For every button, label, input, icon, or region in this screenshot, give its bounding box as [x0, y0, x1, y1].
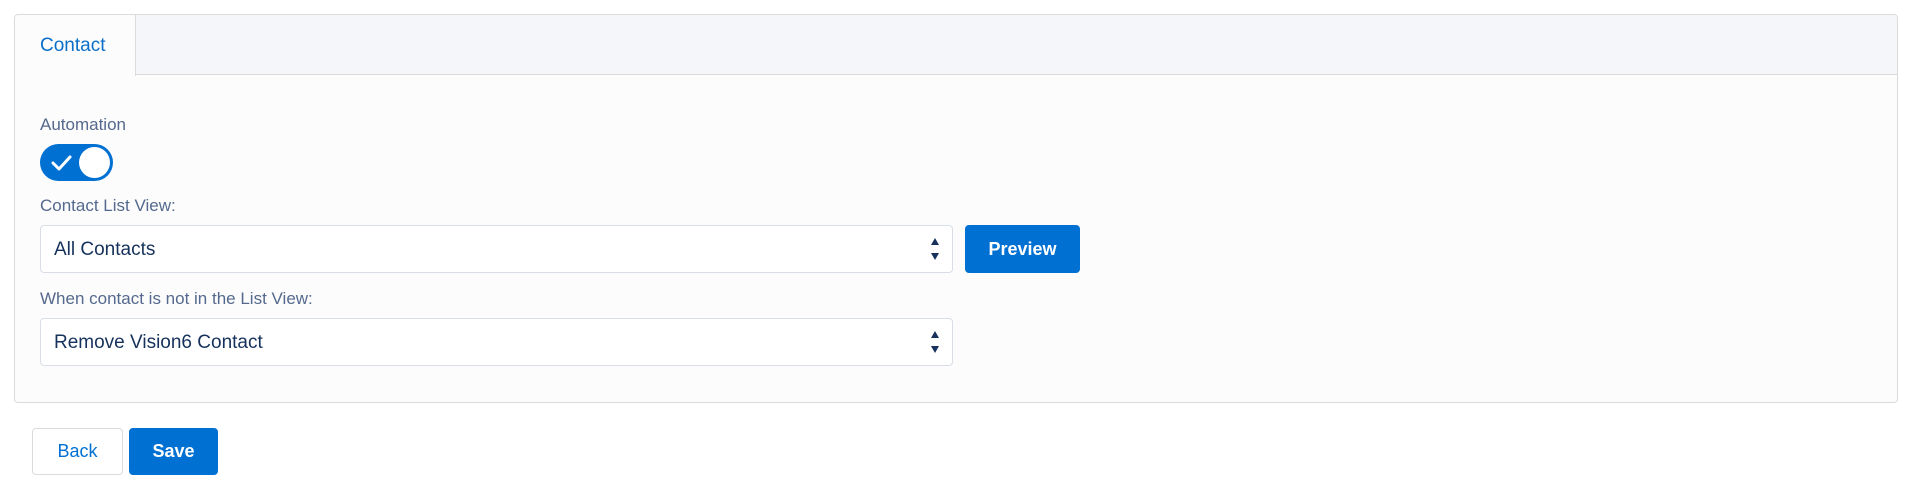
- preview-button[interactable]: Preview: [965, 225, 1080, 273]
- sort-arrows-icon: [931, 238, 939, 260]
- toggle-knob: [79, 147, 110, 178]
- not-in-list-view-select[interactable]: Remove Vision6 Contact: [40, 318, 953, 366]
- tab-contact-label: Contact: [40, 35, 106, 56]
- contact-list-view-value: All Contacts: [54, 239, 156, 260]
- not-in-list-view-value: Remove Vision6 Contact: [54, 332, 263, 353]
- contact-list-view-select[interactable]: All Contacts: [40, 225, 953, 273]
- contact-list-view-label: Contact List View:: [40, 196, 176, 215]
- check-icon: [51, 155, 72, 171]
- automation-label: Automation: [40, 115, 126, 134]
- tab-contact[interactable]: Contact: [15, 15, 136, 76]
- automation-toggle[interactable]: [40, 144, 113, 181]
- tab-bar: Contact: [15, 15, 1897, 76]
- not-in-list-view-label: When contact is not in the List View:: [40, 289, 313, 308]
- sort-arrows-icon: [931, 331, 939, 353]
- save-button[interactable]: Save: [129, 428, 218, 475]
- back-button[interactable]: Back: [32, 428, 123, 475]
